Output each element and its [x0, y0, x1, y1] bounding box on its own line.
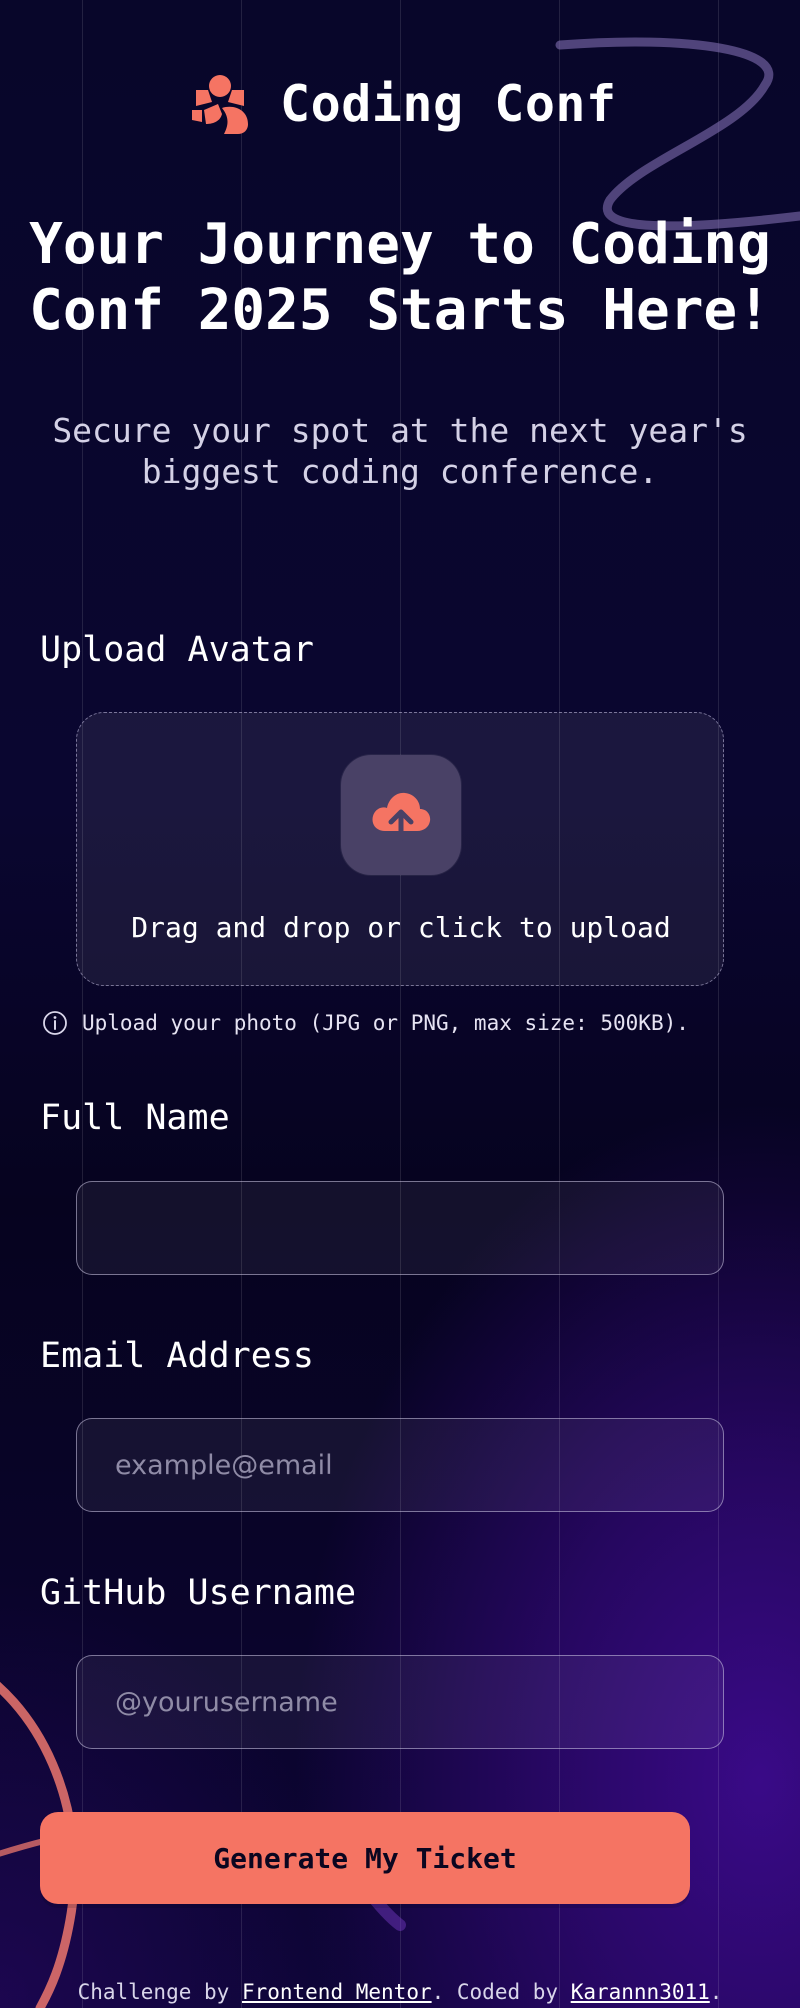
avatar-label: Upload Avatar	[40, 630, 314, 670]
email-field[interactable]	[76, 1418, 724, 1512]
dropzone-instructions: Drag and drop or click to upload	[131, 911, 671, 944]
avatar-dropzone[interactable]: Drag and drop or click to upload	[76, 712, 724, 986]
page-title: Your Journey to Coding Conf 2025 Starts …	[0, 212, 800, 344]
page-title-line: Conf 2025 Starts Here!	[29, 278, 771, 343]
page-subtitle: Secure your spot at the next year's bigg…	[0, 410, 800, 492]
coding-conf-logo-icon	[192, 75, 248, 134]
full-name-input[interactable]	[76, 1181, 724, 1275]
avatar-hint-text: Upload your photo (JPG or PNG, max size:…	[82, 1011, 689, 1035]
full-name-label: Full Name	[40, 1098, 230, 1138]
github-label: GitHub Username	[40, 1573, 357, 1613]
author-link[interactable]: Karannn3011	[571, 1980, 710, 2004]
avatar-hint: Upload your photo (JPG or PNG, max size:…	[42, 1010, 689, 1036]
page-subtitle-line: biggest coding conference.	[141, 452, 659, 491]
github-username-input[interactable]	[76, 1655, 724, 1749]
upload-icon-button[interactable]	[341, 755, 461, 875]
brand-logo: Coding Conf	[190, 74, 617, 134]
brand-name: Coding Conf	[280, 75, 617, 133]
footer-suffix: .	[709, 1980, 723, 2004]
page-title-line: Your Journey to Coding	[29, 212, 771, 277]
frontend-mentor-link[interactable]: Frontend Mentor	[242, 1980, 432, 2004]
footer-middle: . Coded by	[431, 1980, 571, 2004]
footer-prefix: Challenge by	[77, 1980, 242, 2004]
cloud-upload-icon	[372, 792, 431, 842]
page-subtitle-line: Secure your spot at the next year's	[52, 411, 748, 450]
attribution-footer: Challenge by Frontend Mentor. Coded by K…	[0, 1980, 800, 2004]
generate-ticket-button[interactable]: Generate My Ticket	[40, 1812, 690, 1904]
email-label: Email Address	[40, 1336, 314, 1376]
ticket-form-page: Coding Conf Your Journey to Coding Conf …	[0, 0, 800, 2008]
info-icon	[43, 1011, 67, 1035]
